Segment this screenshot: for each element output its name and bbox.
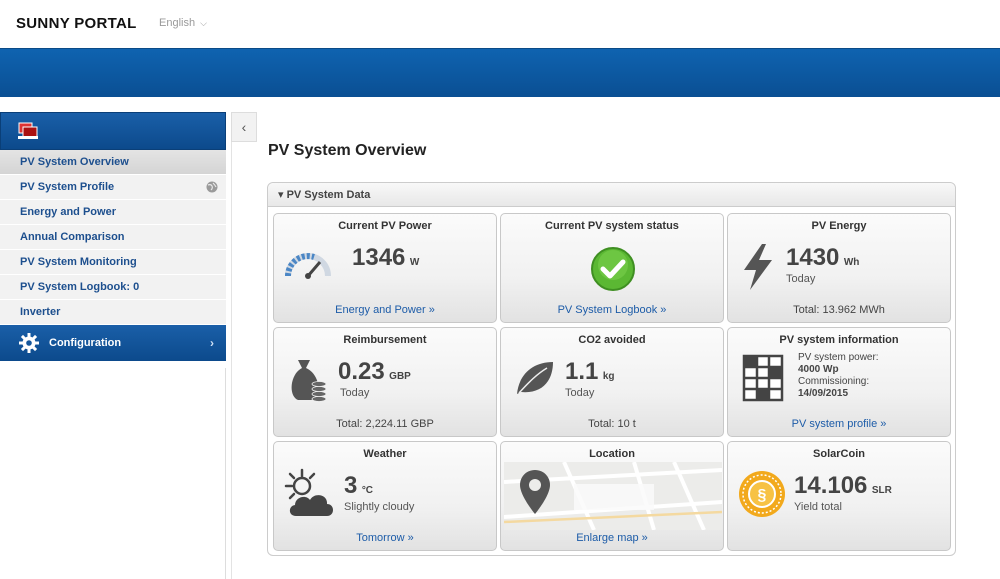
system-power-label: PV system power: bbox=[798, 352, 879, 363]
tomorrow-link[interactable]: Tomorrow » bbox=[274, 532, 496, 544]
reimbursement-unit: GBP bbox=[389, 371, 411, 382]
pv-system-data-panel: ▾ PV System Data Current PV Power 1346 W… bbox=[267, 182, 956, 556]
commissioning-label: Commissioning: bbox=[798, 376, 870, 387]
co2-unit: kg bbox=[602, 371, 615, 382]
sidebar-item-pv-system-profile[interactable]: PV System Profile bbox=[0, 175, 226, 200]
sidebar-item-label: PV System Overview bbox=[20, 156, 129, 168]
sidebar-item-label: PV System Monitoring bbox=[20, 256, 137, 268]
tile-title: SolarCoin bbox=[813, 448, 865, 460]
partly-cloudy-icon bbox=[284, 468, 333, 516]
check-status-icon bbox=[591, 247, 635, 291]
tile-title: Location bbox=[589, 448, 635, 460]
navigation-bar bbox=[0, 48, 1000, 97]
sidebar-item-label: Annual Comparison bbox=[20, 231, 125, 243]
sidebar-item-pv-system-logbook[interactable]: PV System Logbook: 0 bbox=[0, 275, 226, 300]
reimbursement-value: 0.23 bbox=[338, 358, 385, 385]
tile-title: Current PV Power bbox=[338, 220, 432, 232]
tile-pv-system-information: PV system information PV system power: 4… bbox=[727, 327, 951, 437]
sidebar-item-label: PV System Logbook: 0 bbox=[20, 281, 140, 293]
globe-icon bbox=[206, 181, 218, 193]
tile-title: PV system information bbox=[779, 334, 899, 346]
reimbursement-period: Today bbox=[340, 387, 370, 399]
language-label: English bbox=[159, 17, 196, 29]
enlarge-map-link[interactable]: Enlarge map » bbox=[501, 532, 723, 544]
sidebar-divider bbox=[0, 368, 226, 579]
chevron-down-icon: ⌵ bbox=[200, 18, 207, 28]
gear-icon bbox=[19, 333, 39, 353]
location-map[interactable] bbox=[503, 461, 723, 531]
solarcoin-unit: SLR bbox=[871, 485, 892, 496]
system-info-lines: PV system power: 4000 Wp Commissioning: … bbox=[798, 352, 879, 400]
energy-value: 1430 bbox=[786, 244, 840, 271]
power-value: 1346 bbox=[352, 244, 406, 271]
solarcoin-value: 14.106 bbox=[794, 472, 868, 499]
reimbursement-value-block: 0.23 GBP bbox=[338, 358, 411, 386]
sidebar-header bbox=[0, 112, 226, 150]
top-header: SUNNY PORTAL English ⌵ bbox=[0, 0, 1000, 48]
map-pin-icon bbox=[520, 470, 550, 514]
weather-value-block: 3 °C bbox=[344, 472, 373, 500]
solar-panel-icon bbox=[742, 354, 784, 402]
system-power-value: 4000 Wp bbox=[798, 364, 839, 375]
tile-title: CO2 avoided bbox=[578, 334, 646, 346]
sidebar-collapse-button[interactable]: ‹ bbox=[231, 112, 257, 142]
tile-reimbursement: Reimbursement 0.23 GBP Today Total: 2,22… bbox=[273, 327, 497, 437]
panel-toggle[interactable]: ▾ PV System Data bbox=[268, 183, 955, 207]
tile-solarcoin: SolarCoin § 14.106 SLR Yield total bbox=[727, 441, 951, 551]
sidebar-item-annual-comparison[interactable]: Annual Comparison bbox=[0, 225, 226, 250]
pv-system-profile-link[interactable]: PV system profile » bbox=[728, 418, 950, 430]
sidebar-item-inverter[interactable]: Inverter bbox=[0, 300, 226, 325]
co2-value: 1.1 bbox=[565, 358, 599, 385]
sidebar-item-label: PV System Profile bbox=[20, 181, 115, 193]
energy-total: Total: 13.962 MWh bbox=[793, 304, 885, 316]
solarcoin-period: Yield total bbox=[794, 501, 842, 513]
gauge-icon bbox=[285, 253, 331, 279]
brand-logo[interactable]: SUNNY PORTAL bbox=[16, 15, 137, 32]
commissioning-value: 14/09/2015 bbox=[798, 388, 849, 399]
temperature-unit: °C bbox=[361, 485, 374, 496]
sidebar: PV System Overview PV System Profile Ene… bbox=[0, 112, 226, 579]
sidebar-item-configuration[interactable]: Configuration › bbox=[0, 325, 226, 361]
tile-title: Reimbursement bbox=[343, 334, 427, 346]
tile-title: Weather bbox=[363, 448, 407, 460]
solarcoin-icon: § bbox=[739, 471, 785, 517]
sidebar-item-label: Inverter bbox=[20, 306, 61, 318]
lightning-icon bbox=[744, 244, 772, 290]
language-selector[interactable]: English ⌵ bbox=[159, 17, 207, 29]
solarcoin-value-block: 14.106 SLR bbox=[794, 472, 892, 500]
sidebar-item-pv-system-overview[interactable]: PV System Overview bbox=[0, 150, 226, 175]
configuration-label: Configuration bbox=[49, 337, 122, 349]
co2-period: Today bbox=[565, 387, 595, 399]
tile-co2-avoided: CO2 avoided 1.1 kg Today Total: 10 t bbox=[500, 327, 724, 437]
leaf-icon bbox=[517, 362, 553, 394]
pv-system-logbook-link[interactable]: PV System Logbook » bbox=[501, 304, 723, 316]
sidebar-item-pv-system-monitoring[interactable]: PV System Monitoring bbox=[0, 250, 226, 275]
tile-title: PV Energy bbox=[811, 220, 867, 232]
energy-period: Today bbox=[786, 273, 816, 285]
sidebar-item-energy-and-power[interactable]: Energy and Power bbox=[0, 200, 226, 225]
tile-current-pv-power: Current PV Power 1346 W Energy and Power… bbox=[273, 213, 497, 323]
money-bag-icon bbox=[291, 360, 327, 402]
content-divider bbox=[231, 142, 232, 579]
co2-total: Total: 10 t bbox=[588, 418, 636, 430]
tile-weather: Weather 3 °C Slightly cloudy Tomorrow » bbox=[273, 441, 497, 551]
tile-location: Location Enlarge map » bbox=[500, 441, 724, 551]
co2-value-block: 1.1 kg bbox=[565, 358, 615, 386]
page-title: PV System Overview bbox=[268, 142, 427, 159]
energy-value-block: 1430 Wh bbox=[786, 244, 859, 272]
reimbursement-total: Total: 2,224.11 GBP bbox=[336, 418, 434, 430]
chevron-right-icon: › bbox=[210, 336, 214, 350]
tile-current-pv-system-status: Current PV system status PV System Logbo… bbox=[500, 213, 724, 323]
tile-title: Current PV system status bbox=[545, 220, 679, 232]
sidebar-item-label: Energy and Power bbox=[20, 206, 116, 218]
tile-pv-energy: PV Energy 1430 Wh Today Total: 13.962 MW… bbox=[727, 213, 951, 323]
power-unit: W bbox=[409, 257, 420, 268]
temperature-value: 3 bbox=[344, 472, 358, 499]
svg-text:§: § bbox=[758, 487, 767, 504]
weather-condition: Slightly cloudy bbox=[344, 501, 415, 513]
power-value-block: 1346 W bbox=[352, 244, 419, 272]
energy-unit: Wh bbox=[843, 257, 860, 268]
pv-system-icon bbox=[18, 122, 38, 139]
energy-and-power-link[interactable]: Energy and Power » bbox=[274, 304, 496, 316]
